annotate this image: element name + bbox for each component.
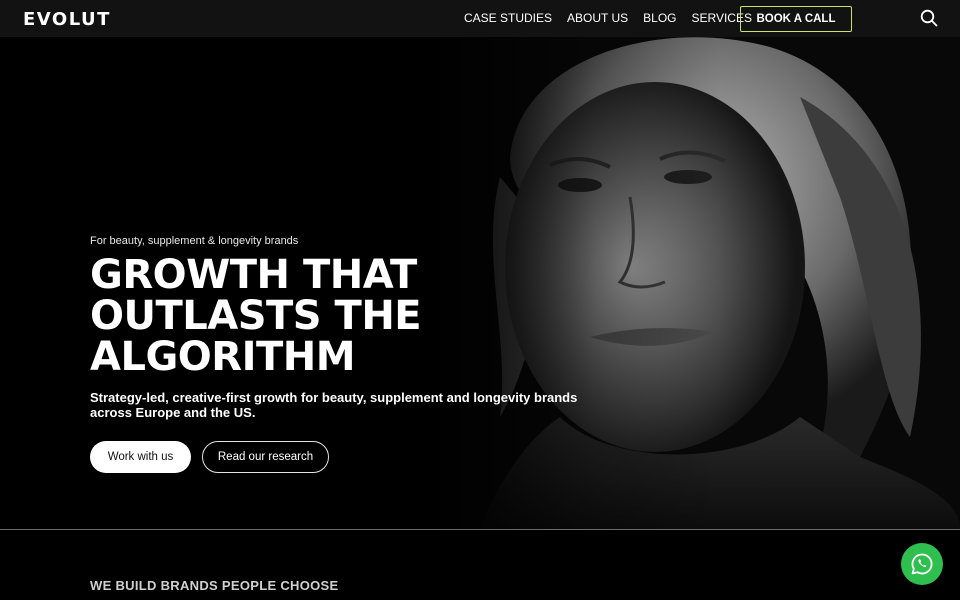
- read-our-research-button[interactable]: Read our research: [202, 441, 329, 473]
- headline-line-3: ALGORITHM: [90, 334, 356, 380]
- logo[interactable]: EVOLUT: [23, 9, 111, 30]
- top-navbar: EVOLUT CASE STUDIES ABOUT US BLOG SERVIC…: [0, 0, 960, 37]
- whatsapp-icon: [911, 553, 933, 575]
- nav-link-about-us[interactable]: ABOUT US: [567, 11, 628, 25]
- section-title: WE BUILD BRANDS PEOPLE CHOOSE: [90, 578, 339, 593]
- nav-link-case-studies[interactable]: CASE STUDIES: [464, 11, 552, 25]
- hero-headline: GROWTH THAT OUTLASTS THE ALGORITHM: [90, 255, 560, 378]
- book-a-call-button[interactable]: BOOK A CALL: [740, 6, 852, 32]
- work-with-us-button[interactable]: Work with us: [90, 441, 191, 473]
- section-divider: [0, 529, 960, 530]
- whatsapp-button[interactable]: [901, 543, 943, 585]
- hero-section: For beauty, supplement & longevity brand…: [0, 37, 960, 529]
- hero-eyebrow: For beauty, supplement & longevity brand…: [90, 235, 299, 247]
- hero-subhead: Strategy-led, creative-first growth for …: [90, 390, 578, 420]
- nav-links: CASE STUDIES ABOUT US BLOG SERVICES: [464, 11, 752, 25]
- headline-line-1: GROWTH THAT: [90, 252, 417, 298]
- headline-line-2: OUTLASTS THE: [90, 293, 422, 339]
- nav-link-blog[interactable]: BLOG: [643, 11, 676, 25]
- search-icon[interactable]: [920, 9, 938, 27]
